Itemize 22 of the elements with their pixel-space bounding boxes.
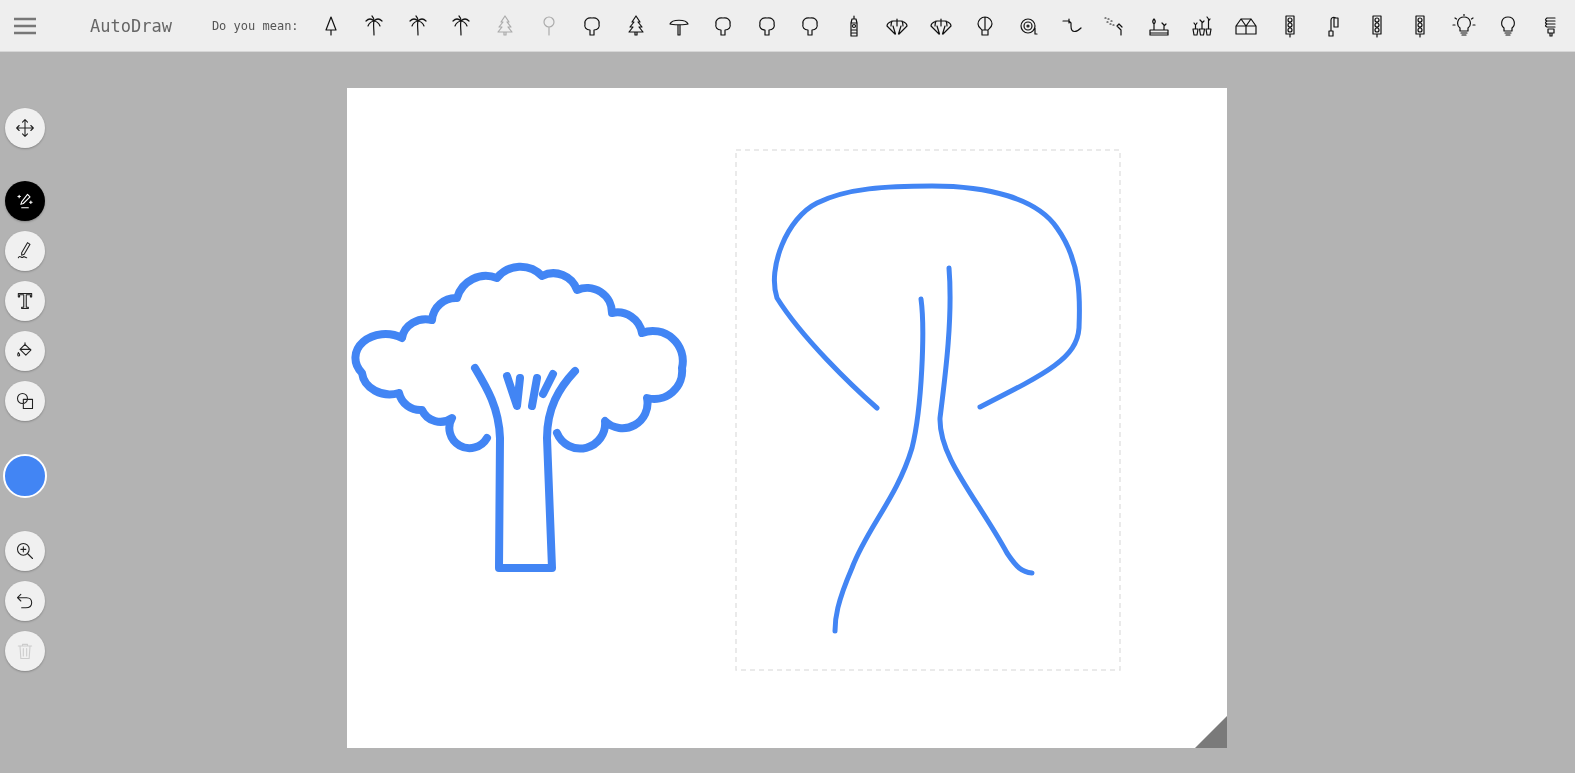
zoom-in-button[interactable]: [5, 531, 45, 571]
magic-pencil-tool-button[interactable]: [5, 181, 45, 221]
magic-pencil-icon: [15, 191, 35, 211]
text-icon: [15, 291, 35, 311]
text-tool-button[interactable]: [5, 281, 45, 321]
paint-bucket-tool-button[interactable]: [5, 331, 45, 371]
undo-icon: [15, 591, 35, 611]
shapes-icon: [15, 391, 35, 411]
color-swatch[interactable]: [3, 454, 47, 498]
trash-icon: [15, 641, 35, 661]
suggestion-label: Do you mean:: [211, 18, 299, 33]
move-icon: [15, 118, 35, 138]
pencil-tool-button[interactable]: [5, 231, 45, 271]
undo-button[interactable]: [5, 581, 45, 621]
app-title: AutoDraw: [90, 15, 172, 36]
zoom-in-icon: [15, 541, 35, 561]
page-corner-fold[interactable]: [1195, 716, 1227, 748]
menu-icon[interactable]: [14, 16, 36, 35]
move-tool-button[interactable]: [5, 108, 45, 148]
shapes-tool-button[interactable]: [5, 381, 45, 421]
drawing-canvas[interactable]: [347, 88, 1227, 748]
light-bulb-icon[interactable]: [1452, 13, 1477, 38]
